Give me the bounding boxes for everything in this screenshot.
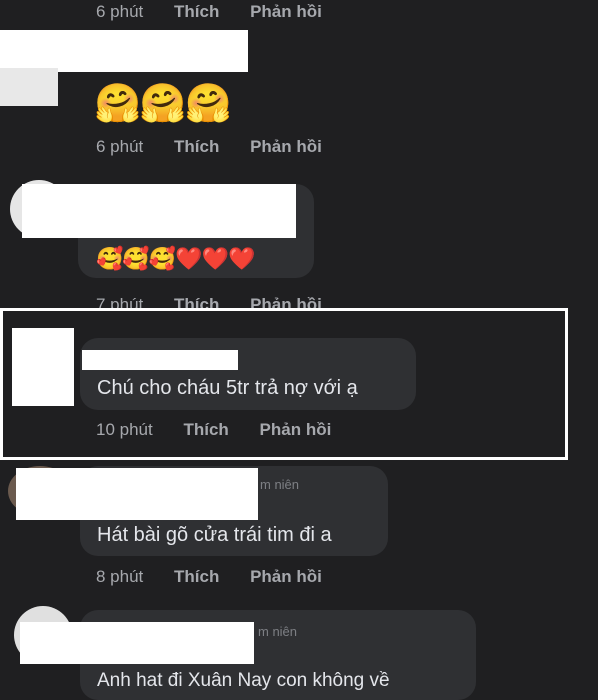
emoji-reaction: 🤗🤗🤗 (94, 83, 232, 125)
redacted-name (0, 30, 248, 72)
comment-actions: 6 phút Thích Phản hồi (96, 2, 348, 22)
comment-actions: 6 phút Thích Phản hồi (96, 137, 348, 157)
comment-text: Chú cho cháu 5tr trả nợ với ạ (97, 377, 358, 399)
comment-time: 10 phút (96, 420, 153, 439)
redacted-name (16, 468, 258, 520)
comment-text: Anh hat đi Xuân Nay con không về (97, 670, 390, 691)
redacted-name (82, 350, 238, 370)
redacted-avatar (12, 328, 74, 406)
redacted-name (20, 622, 254, 664)
comment-time: 6 phút (96, 2, 144, 21)
reply-button[interactable]: Phản hồi (250, 2, 322, 21)
emoji-reaction: 🥰🥰🥰❤️❤️❤️ (96, 246, 255, 271)
comment-actions: 7 phút Thích Phản hồi (96, 295, 348, 309)
like-button[interactable]: Thích (174, 2, 219, 21)
like-button[interactable]: Thích (174, 567, 219, 586)
like-button[interactable]: Thích (174, 295, 219, 309)
comment-time: 6 phút (96, 137, 144, 156)
comment-time: 7 phút (96, 295, 144, 309)
badge-label: m niên (260, 477, 300, 492)
like-button[interactable]: Thích (174, 137, 219, 156)
comment-time: 8 phút (96, 567, 144, 586)
reply-button[interactable]: Phản hồi (250, 137, 322, 156)
reply-button[interactable]: Phản hồi (250, 295, 322, 309)
reply-button[interactable]: Phản hồi (260, 420, 332, 439)
comment-actions: 8 phút Thích Phản hồi (96, 567, 348, 587)
badge-label: m niên (258, 624, 298, 639)
redacted-name (22, 184, 296, 238)
comment-actions: 10 phút Thích Phản hồi (96, 420, 357, 440)
reply-button[interactable]: Phản hồi (250, 567, 322, 586)
comment-text: Hát bài gõ cửa trái tim đi a (97, 524, 332, 546)
redacted-avatar (0, 68, 58, 106)
like-button[interactable]: Thích (183, 420, 228, 439)
